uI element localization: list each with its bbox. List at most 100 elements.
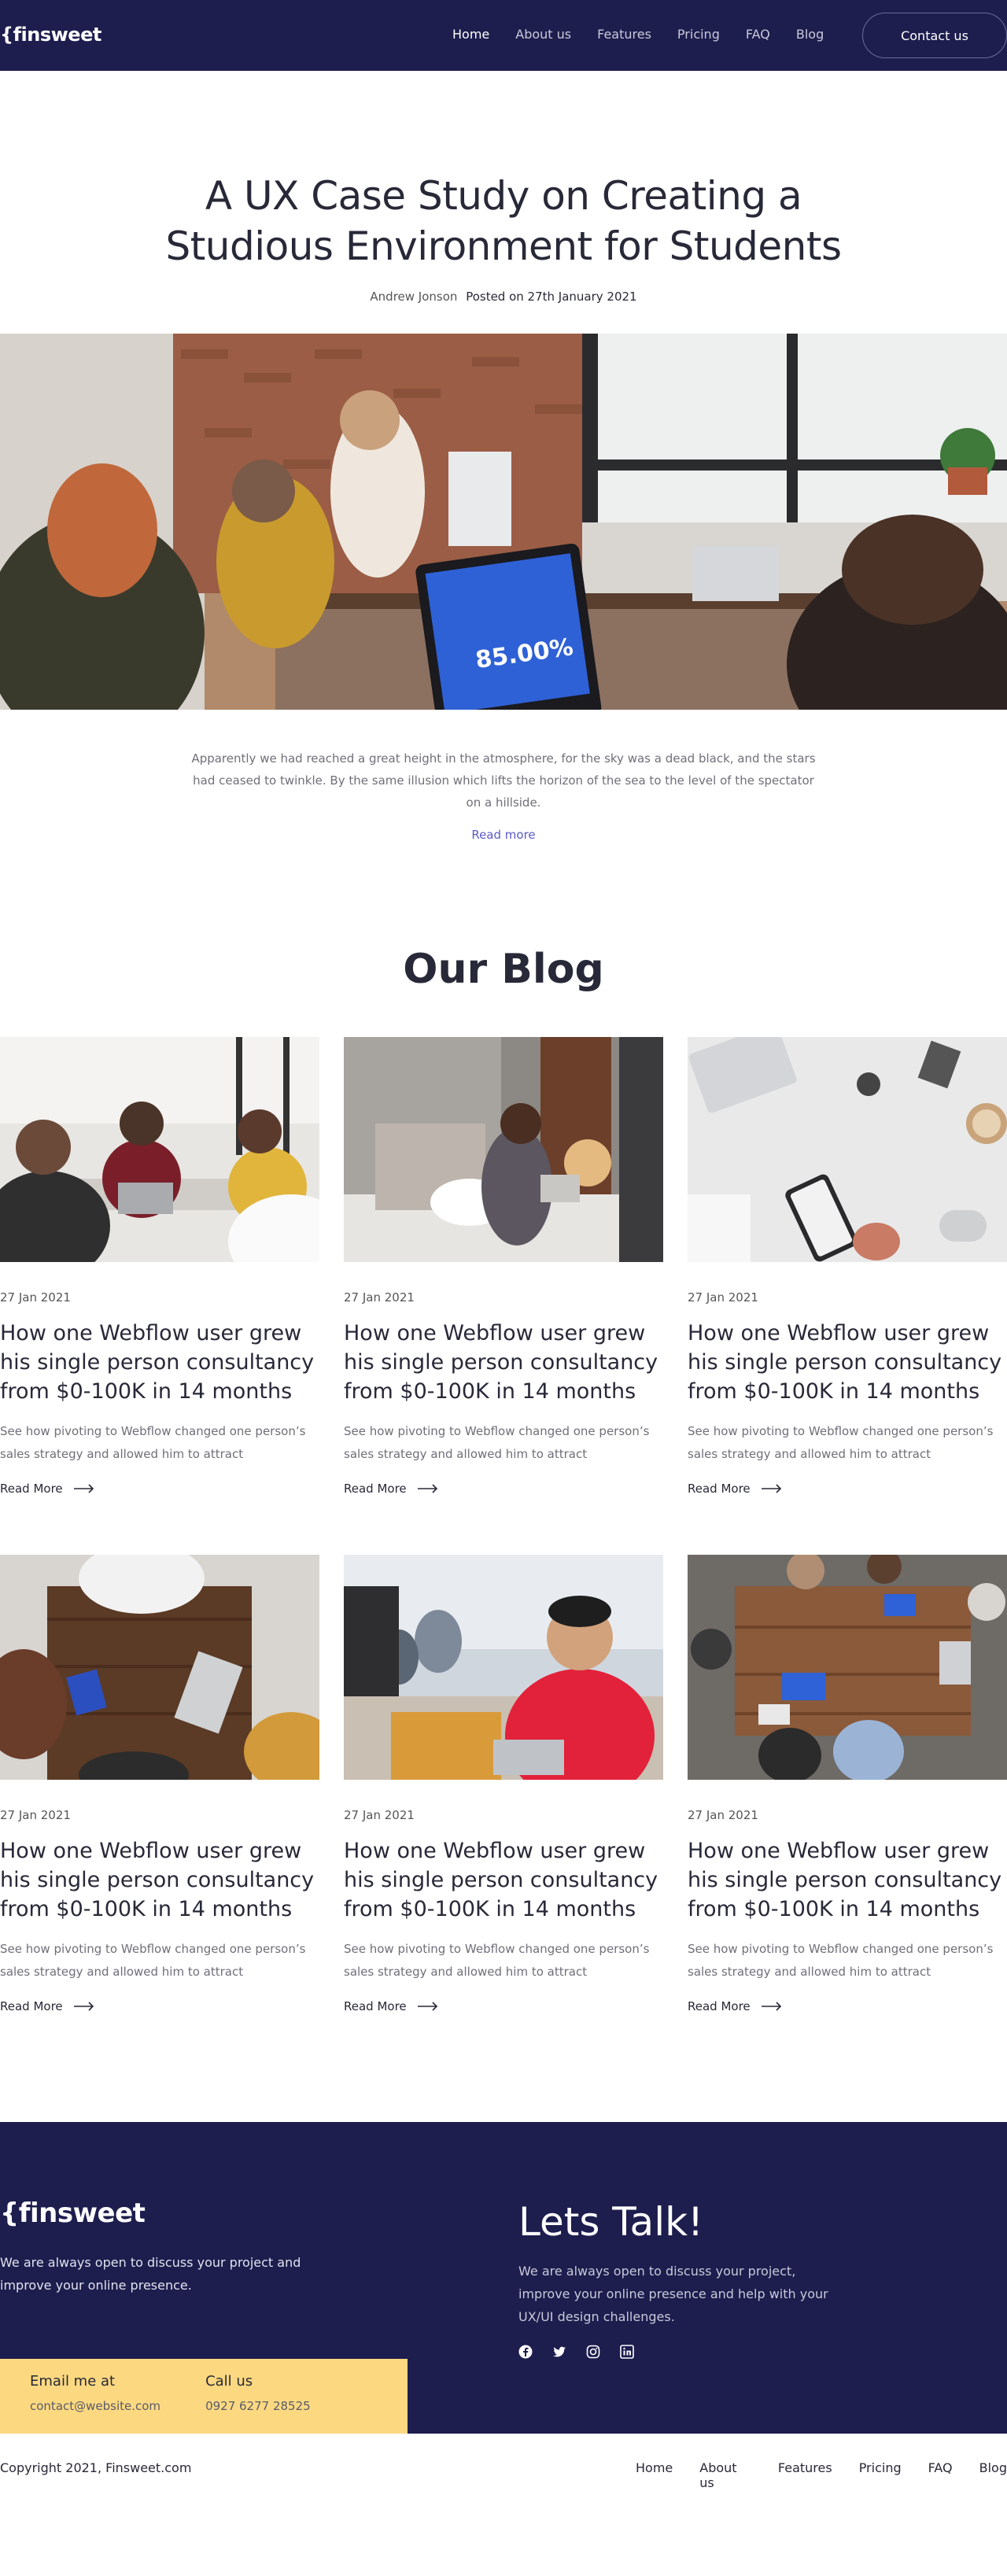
blog-card-image[interactable] (688, 1555, 1007, 1780)
footer-nav-faq[interactable]: FAQ (928, 2460, 953, 2490)
main-nav: Home About us Features Pricing FAQ Blog (452, 27, 850, 42)
read-more-button[interactable]: Read More (688, 1999, 1007, 2013)
blog-card[interactable]: 27 Jan 2021 How one Webflow user grew hi… (0, 1555, 319, 2013)
read-more-button[interactable]: Read More (688, 1482, 1007, 1496)
phone-link[interactable]: 0927 6277 28525 (205, 2399, 311, 2413)
blog-card-image[interactable] (0, 1555, 319, 1780)
blog-card-image[interactable] (0, 1037, 319, 1262)
nav-faq[interactable]: FAQ (746, 27, 770, 42)
post-title[interactable]: How one Webflow user grew his single per… (344, 1836, 663, 1924)
post-title[interactable]: How one Webflow user grew his single per… (344, 1319, 663, 1406)
overhead-meeting-photo (688, 1555, 1007, 1780)
blog-card-image[interactable] (344, 1037, 663, 1262)
lets-talk-heading: Lets Talk! (518, 2199, 704, 2245)
footer-nav-features[interactable]: Features (778, 2460, 832, 2490)
blog-card[interactable]: 27 Jan 2021 How one Webflow user grew hi… (0, 1037, 319, 1496)
facebook-icon[interactable] (518, 2345, 533, 2359)
footer-logo[interactable]: {finsweet (0, 2198, 146, 2229)
post-date: 27 Jan 2021 (344, 1808, 415, 1822)
bed-laptop-photo (344, 1037, 663, 1262)
post-date: 27 Jan 2021 (688, 1290, 758, 1305)
phone-label: Call us (205, 2373, 253, 2390)
arrow-right-icon (761, 2002, 781, 2011)
logo[interactable]: {finsweet (0, 24, 101, 46)
twitter-icon[interactable] (552, 2345, 566, 2359)
post-excerpt: See how pivoting to Webflow changed one … (688, 1424, 994, 1461)
read-more-link[interactable]: Read more (0, 828, 1007, 842)
email-label: Email me at (30, 2373, 116, 2390)
arrow-right-icon (73, 2002, 94, 2011)
read-more-label: Read More (344, 1999, 407, 2013)
footer-nav-home[interactable]: Home (636, 2460, 673, 2490)
contact-button[interactable]: Contact us (862, 13, 1007, 58)
nav-about[interactable]: About us (515, 27, 571, 42)
arrow-right-icon (417, 2002, 437, 2011)
blog-section-title: Our Blog (403, 946, 604, 993)
post-title[interactable]: How one Webflow user grew his single per… (688, 1836, 1007, 1924)
contact-info-box: Email me at contact@website.com Call us … (0, 2359, 408, 2434)
footer-nav-pricing[interactable]: Pricing (859, 2460, 902, 2490)
social-links (518, 2345, 634, 2359)
post-excerpt: See how pivoting to Webflow changed one … (688, 1942, 994, 1979)
post-title[interactable]: How one Webflow user grew his single per… (0, 1319, 319, 1406)
blog-card[interactable]: 27 Jan 2021 How one Webflow user grew hi… (344, 1555, 663, 2013)
footer-description: We are always open to discuss your proje… (0, 2255, 301, 2293)
blog-card-image[interactable] (344, 1555, 663, 1780)
linkedin-icon[interactable] (620, 2345, 634, 2359)
email-link[interactable]: contact@website.com (30, 2399, 160, 2413)
post-excerpt: See how pivoting to Webflow changed one … (0, 1942, 306, 1979)
post-title[interactable]: How one Webflow user grew his single per… (688, 1319, 1007, 1406)
site-header: {finsweet Home About us Features Pricing… (0, 0, 1007, 71)
nav-home[interactable]: Home (452, 27, 489, 42)
email-block: Email me at contact@website.com (0, 2359, 160, 2434)
read-more-label: Read More (688, 1999, 751, 2013)
post-date: 27 Jan 2021 (0, 1808, 71, 1822)
read-more-label: Read More (0, 1999, 63, 2013)
desk-flatlay-photo (688, 1037, 1007, 1262)
site-footer: {finsweet We are always open to discuss … (0, 2122, 1007, 2434)
read-more-button[interactable]: Read More (344, 1482, 663, 1496)
author-name: Andrew Jonson (370, 290, 458, 304)
bottom-bar: Copyright 2021, Finsweet.com Home About … (0, 2434, 1007, 2505)
nav-pricing[interactable]: Pricing (677, 27, 720, 42)
team-table-photo (0, 1555, 319, 1780)
post-date: Posted on 27th January 2021 (466, 290, 637, 304)
title-line-2: Studious Environment for Students (165, 223, 842, 269)
blog-card-image[interactable] (688, 1037, 1007, 1262)
copyright-text: Copyright 2021, Finsweet.com (0, 2460, 192, 2475)
arrow-right-icon (761, 1484, 781, 1493)
read-more-label: Read More (344, 1482, 407, 1496)
post-excerpt: See how pivoting to Webflow changed one … (344, 1942, 650, 1979)
instagram-icon[interactable] (586, 2345, 600, 2359)
footer-nav-about[interactable]: About us (699, 2460, 751, 2490)
hero-image: 85.00% (0, 334, 1007, 710)
post-date: 27 Jan 2021 (0, 1290, 71, 1305)
post-meta: Andrew Jonson Posted on 27th January 202… (0, 290, 1007, 304)
nav-blog[interactable]: Blog (796, 27, 824, 42)
post-excerpt: See how pivoting to Webflow changed one … (0, 1424, 306, 1461)
read-more-button[interactable]: Read More (0, 1482, 319, 1496)
read-more-label: Read More (0, 1482, 63, 1496)
nav-features[interactable]: Features (597, 27, 651, 42)
read-more-button[interactable]: Read More (344, 1999, 663, 2013)
footer-nav-blog[interactable]: Blog (979, 2460, 1007, 2490)
blog-card[interactable]: 27 Jan 2021 How one Webflow user grew hi… (688, 1555, 1007, 2013)
blog-card[interactable]: 27 Jan 2021 How one Webflow user grew hi… (344, 1037, 663, 1496)
lets-talk-description: We are always open to discuss your proje… (518, 2264, 828, 2324)
title-line-1: A UX Case Study on Creating a (205, 173, 802, 219)
post-date: 27 Jan 2021 (688, 1808, 758, 1822)
blog-card[interactable]: 27 Jan 2021 How one Webflow user grew hi… (688, 1037, 1007, 1496)
page-title: A UX Case Study on Creating a Studious E… (0, 171, 1007, 271)
intro-paragraph: Apparently we had reached a great height… (191, 751, 816, 810)
read-more-label: Read More (688, 1482, 751, 1496)
read-more-button[interactable]: Read More (0, 1999, 319, 2013)
phone-block: Call us 0927 6277 28525 (160, 2359, 311, 2434)
post-title[interactable]: How one Webflow user grew his single per… (0, 1836, 319, 1924)
smiling-man-photo (344, 1555, 663, 1780)
post-date: 27 Jan 2021 (344, 1290, 415, 1305)
meeting-photo (0, 1037, 319, 1262)
arrow-right-icon (73, 1484, 94, 1493)
post-excerpt: See how pivoting to Webflow changed one … (344, 1424, 650, 1461)
hero-photo: 85.00% (0, 334, 1007, 710)
footer-nav: Home About us Features Pricing FAQ Blog (636, 2460, 1007, 2490)
